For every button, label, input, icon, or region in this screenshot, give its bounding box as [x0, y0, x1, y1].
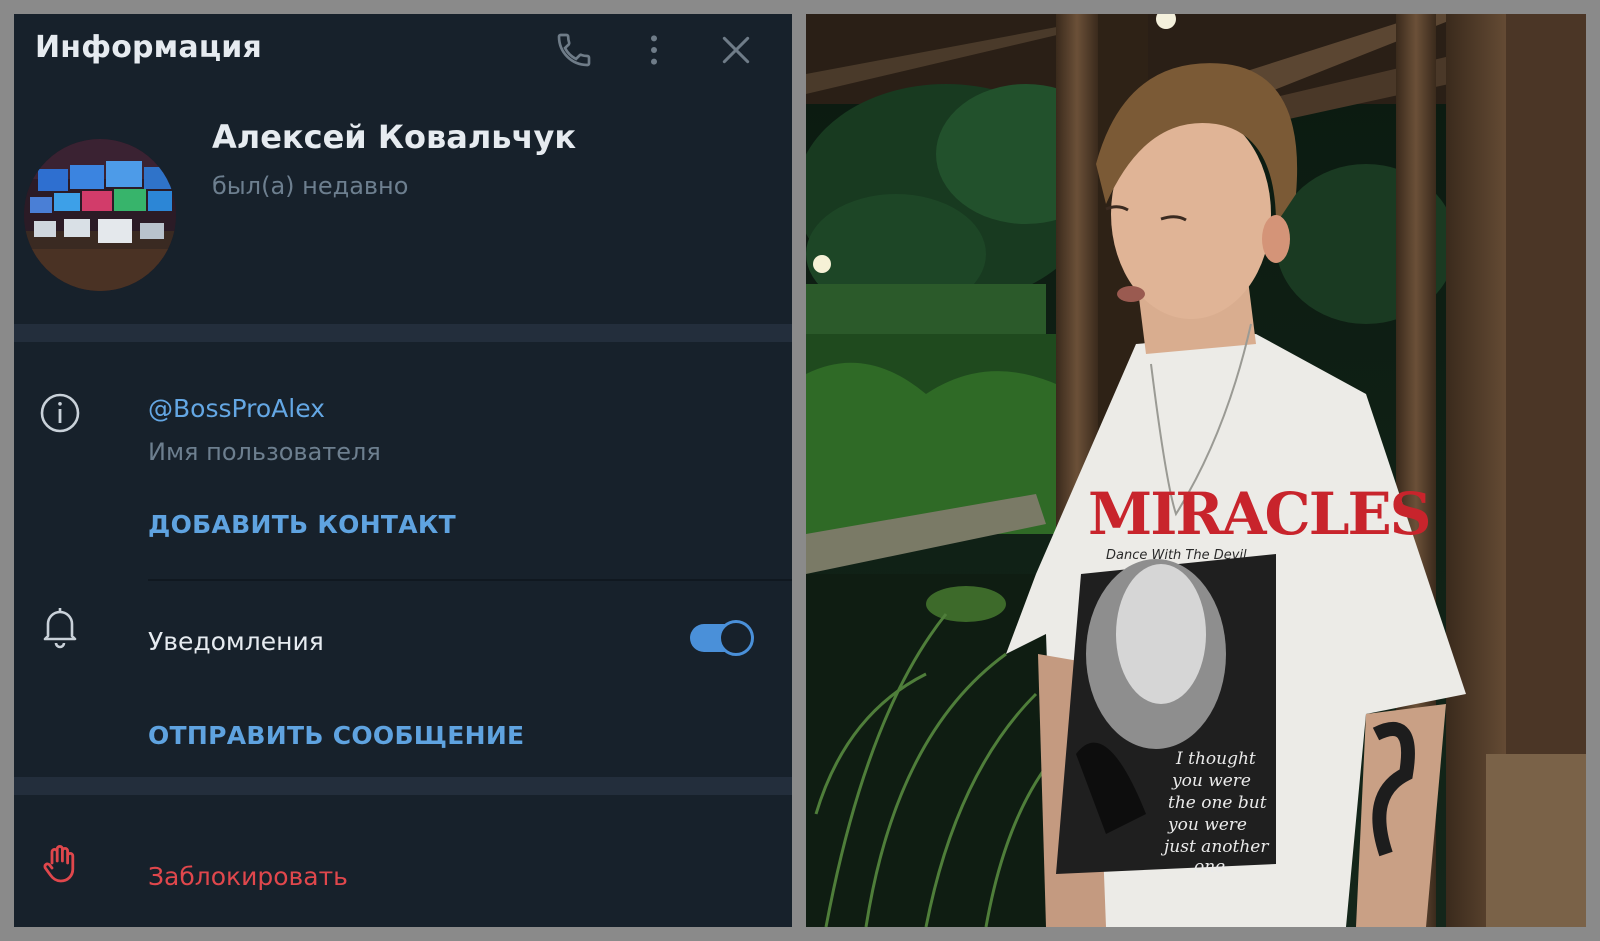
notifications-label: Уведомления	[148, 627, 324, 656]
svg-text:just another: just another	[1160, 837, 1269, 857]
svg-text:the one but: the one but	[1168, 793, 1267, 813]
panel-title: Информация	[35, 30, 262, 65]
send-message-button[interactable]: ОТПРАВИТЬ СООБЩЕНИЕ	[148, 721, 524, 750]
section-divider	[14, 324, 792, 342]
username-link[interactable]: @BossProAlex	[148, 394, 325, 423]
add-contact-button[interactable]: ДОБАВИТЬ КОНТАКТ	[148, 510, 456, 539]
row-separator	[148, 579, 792, 581]
svg-text:you were: you were	[1171, 771, 1251, 791]
profile-photo: MIRACLES Dance With The Devil I thought …	[806, 14, 1586, 927]
svg-text:one: one	[1194, 857, 1225, 877]
phone-icon[interactable]	[554, 30, 594, 70]
more-vertical-icon[interactable]	[634, 30, 674, 70]
section-divider	[14, 777, 792, 795]
svg-text:I thought: I thought	[1175, 749, 1256, 769]
info-icon	[36, 389, 84, 437]
svg-text:you were: you were	[1167, 815, 1247, 835]
avatar[interactable]	[24, 139, 176, 291]
username-caption: Имя пользователя	[148, 438, 381, 466]
profile-name: Алексей Ковальчук	[212, 118, 577, 156]
hand-stop-icon	[36, 839, 84, 887]
close-icon[interactable]	[716, 30, 756, 70]
bell-icon	[36, 602, 84, 650]
block-user-button[interactable]: Заблокировать	[148, 862, 348, 891]
user-info-panel: Информация Алексей Ковальчук был(а) неда…	[14, 14, 792, 927]
profile-status: был(а) недавно	[212, 172, 409, 200]
toggle-knob	[718, 620, 754, 656]
panel-header: Информация	[14, 14, 792, 84]
shirt-print-title: MIRACLES	[1088, 480, 1430, 548]
notifications-toggle[interactable]	[690, 620, 754, 656]
photo-illustration: MIRACLES Dance With The Devil I thought …	[806, 14, 1586, 927]
